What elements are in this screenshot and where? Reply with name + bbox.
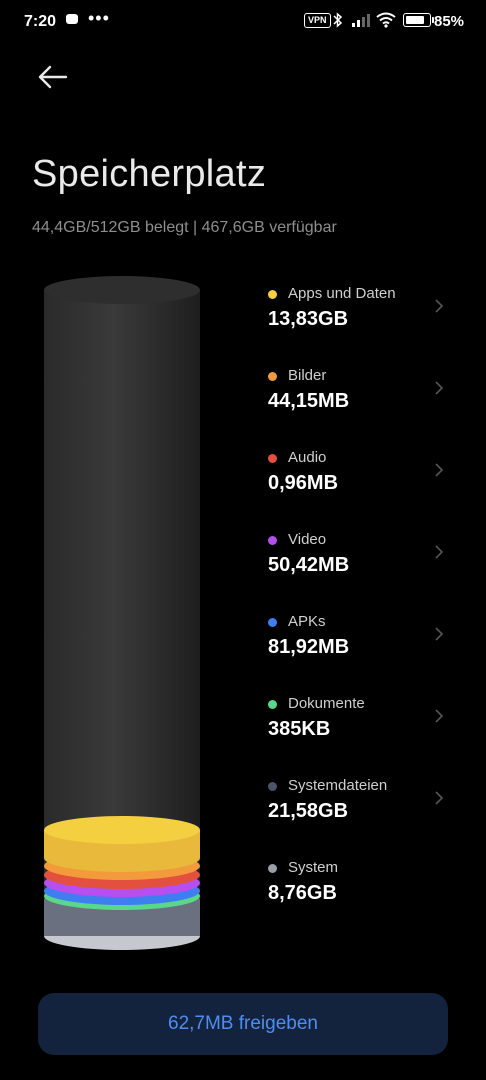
storage-category-list: Apps und Daten 13,83GB Bilder 44,15MB Au… [268,282,458,938]
category-size: 8,76GB [268,882,337,904]
category-size: 385KB [268,718,331,740]
category-label: Audio [288,449,327,466]
category-size: 81,92MB [268,636,350,658]
color-dot [268,290,277,299]
bluetooth-icon [333,12,343,31]
category-size: 13,83GB [268,308,349,330]
back-arrow-icon [38,65,68,89]
status-bar: 7:20 ••• VPN 85% [0,0,486,44]
chat-notification-icon [66,14,78,24]
category-label: Bilder [288,367,327,384]
category-label: Systemdateien [288,777,388,794]
vpn-icon: VPN [304,13,331,28]
category-size: 21,58GB [268,800,349,822]
chevron-right-icon [435,545,444,559]
chevron-right-icon [435,463,444,477]
category-label: Dokumente [288,695,365,712]
category-images[interactable]: Bilder 44,15MB [268,364,458,446]
back-button[interactable] [36,62,70,92]
color-dot [268,372,277,381]
chevron-right-icon [435,627,444,641]
category-documents[interactable]: Dokumente 385KB [268,692,458,774]
status-time: 7:20 [24,13,57,30]
color-dot [268,864,277,873]
category-label: System [288,859,339,876]
category-audio[interactable]: Audio 0,96MB [268,446,458,528]
color-dot [268,700,277,709]
category-video[interactable]: Video 50,42MB [268,528,458,610]
battery-icon [403,13,434,27]
chevron-right-icon [435,381,444,395]
category-label: Video [288,531,327,548]
category-size: 0,96MB [268,472,339,494]
category-label: Apps und Daten [288,285,396,302]
category-apks[interactable]: APKs 81,92MB [268,610,458,692]
battery-percent: 85% [434,13,465,30]
storage-summary: 44,4GB/512GB belegt | 467,6GB verfügbar [32,219,337,236]
category-system: System 8,76GB [268,856,458,938]
category-label: APKs [288,613,326,630]
category-size: 44,15MB [268,390,350,412]
free-space-button[interactable]: 62,7MB freigeben [38,993,448,1055]
color-dot [268,454,277,463]
page-title: Speicherplatz [32,153,267,196]
wifi-icon [376,12,396,33]
signal-icon [352,12,372,33]
chevron-right-icon [435,709,444,723]
more-notifications-icon: ••• [88,8,110,28]
storage-cylinder [44,276,200,950]
category-size: 50,42MB [268,554,350,576]
chevron-right-icon [435,299,444,313]
color-dot [268,536,277,545]
color-dot [268,782,277,791]
chevron-right-icon [435,791,444,805]
category-system-files[interactable]: Systemdateien 21,58GB [268,774,458,856]
color-dot [268,618,277,627]
category-apps[interactable]: Apps und Daten 13,83GB [268,282,458,364]
